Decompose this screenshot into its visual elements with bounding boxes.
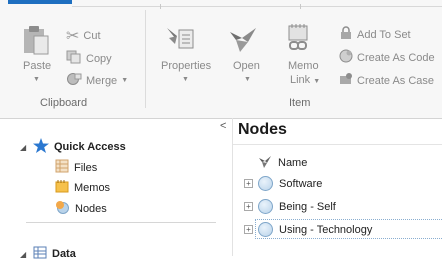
properties-dropdown-caret[interactable]: ▼	[182, 76, 189, 83]
node-name: Software	[279, 177, 323, 190]
memo-link-icon	[286, 24, 312, 57]
expand-icon[interactable]: +	[244, 202, 253, 211]
merge-dropdown-caret: ▼	[121, 77, 129, 84]
data-label: Data	[52, 248, 76, 260]
tree-data[interactable]: ◢ Data	[20, 246, 76, 262]
cut-button[interactable]: ✂ Cut	[66, 26, 101, 46]
memo-link-dropdown-caret: ▼	[313, 78, 321, 85]
active-tab-indicator	[8, 0, 72, 4]
node-name: Being - Self	[279, 200, 336, 213]
star-icon	[33, 138, 49, 156]
ribbon-tab-strip	[72, 0, 442, 7]
item-group-label: Item	[289, 97, 311, 109]
open-label: Open	[233, 60, 260, 72]
collapse-pane-icon[interactable]: <	[220, 120, 226, 132]
files-label: Files	[74, 161, 98, 174]
paste-button[interactable]	[21, 24, 51, 59]
name-column-header[interactable]: Name	[258, 155, 307, 171]
clipboard-icon	[21, 26, 51, 59]
nodes-icon	[55, 200, 70, 217]
open-icon	[228, 28, 258, 57]
tree-item-nodes[interactable]: Nodes	[55, 200, 107, 217]
paste-label: Paste	[23, 60, 52, 72]
merge-label: Merge	[86, 74, 118, 87]
scissors-icon: ✂	[66, 28, 80, 45]
nodes-panel-title: Nodes	[238, 121, 287, 138]
memo-link-label-line2: Link ▼	[290, 74, 320, 86]
node-row[interactable]: + Using - Technology	[244, 222, 372, 237]
node-icon	[258, 222, 273, 237]
open-dropdown-caret[interactable]: ▼	[244, 76, 251, 83]
expand-icon[interactable]: +	[244, 179, 253, 188]
group-separator	[145, 10, 146, 108]
pane-divider	[232, 118, 233, 256]
properties-button[interactable]	[165, 24, 197, 57]
tree-quick-access[interactable]: ◢ Quick Access	[20, 138, 126, 156]
lock-icon	[339, 26, 353, 43]
memo-link-label-text: Link	[290, 74, 311, 86]
create-as-code-label: Create As Code	[357, 51, 435, 64]
tab-divider	[300, 4, 301, 9]
memo-link-button[interactable]	[286, 22, 312, 57]
merge-icon	[66, 72, 82, 89]
navigation-separator	[26, 222, 216, 223]
paste-dropdown-caret[interactable]: ▼	[33, 76, 40, 83]
code-node-icon	[339, 49, 353, 66]
create-as-case-label: Create As Case	[357, 74, 435, 87]
node-icon	[258, 199, 273, 214]
case-icon	[339, 72, 353, 89]
tree-item-memos[interactable]: Memos	[55, 179, 110, 196]
properties-icon	[165, 28, 197, 57]
node-header-icon	[258, 155, 272, 171]
title-divider	[233, 144, 442, 145]
add-to-set-button[interactable]: Add To Set	[339, 26, 411, 43]
node-name: Using - Technology	[279, 223, 373, 236]
expand-icon[interactable]: +	[244, 225, 253, 234]
create-as-code-button[interactable]: Create As Code	[339, 49, 435, 66]
node-row[interactable]: + Software	[244, 176, 322, 191]
nodes-label: Nodes	[75, 202, 107, 215]
collapse-arrow-icon: ◢	[20, 142, 27, 152]
memos-icon	[55, 179, 69, 196]
node-icon	[258, 176, 273, 191]
merge-button[interactable]: Merge ▼	[66, 72, 128, 89]
copy-icon	[66, 50, 82, 67]
cut-label: Cut	[83, 30, 101, 42]
memo-link-label-line1: Memo	[288, 60, 319, 72]
name-column-label: Name	[278, 157, 308, 169]
tree-item-files[interactable]: Files	[55, 159, 97, 176]
open-button[interactable]	[228, 26, 258, 57]
files-icon	[55, 159, 69, 176]
collapse-arrow-icon: ◢	[20, 249, 27, 259]
node-row[interactable]: + Being - Self	[244, 199, 336, 214]
clipboard-group-label: Clipboard	[40, 97, 88, 109]
copy-button[interactable]: Copy	[66, 50, 112, 67]
properties-label: Properties	[161, 60, 212, 72]
data-icon	[33, 246, 47, 262]
tab-divider	[160, 4, 161, 9]
quick-access-label: Quick Access	[54, 141, 126, 153]
memos-label: Memos	[74, 181, 111, 194]
create-as-case-button[interactable]: Create As Case	[339, 72, 434, 89]
add-to-set-label: Add To Set	[357, 28, 411, 41]
copy-label: Copy	[86, 52, 112, 65]
